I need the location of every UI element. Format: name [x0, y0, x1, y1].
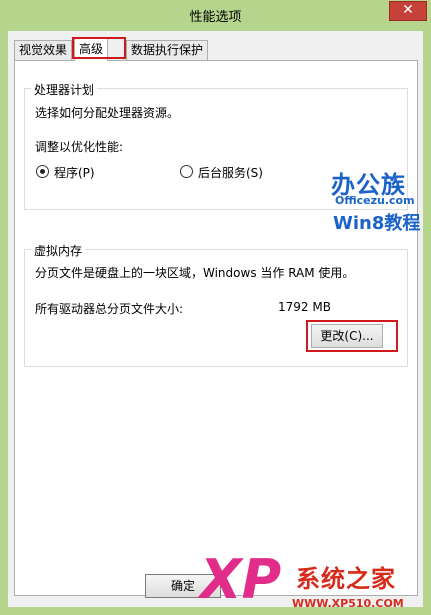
close-icon: ✕ — [402, 2, 414, 18]
radio-selected-dot — [40, 169, 45, 174]
radio-label: 后台服务(S) — [198, 166, 263, 180]
processor-description: 选择如何分配处理器资源。 — [35, 106, 180, 120]
total-paging-file-label: 所有驱动器总分页文件大小: — [35, 302, 184, 316]
officezu-watermark-logo: 办公族 Officezu.com Win8教程 — [327, 165, 423, 237]
change-button[interactable]: 更改(C)... — [311, 324, 383, 348]
virtual-memory-description: 分页文件是硬盘上的一块区域，Windows 当作 RAM 使用。 — [35, 266, 355, 280]
logo-url: WWW.XP510.COM — [292, 597, 404, 610]
dialog-client-area: 视觉效果 高级 数据执行保护 处理器计划 选择如何分配处理器资源。 调整以优化性… — [8, 31, 423, 607]
logo-mark: XP — [200, 548, 282, 611]
group-title: 处理器计划 — [31, 81, 98, 98]
tab-label: 高级 — [79, 42, 104, 56]
tab-label: 数据执行保护 — [131, 43, 204, 57]
group-title: 虚拟内存 — [31, 242, 86, 259]
tab-data-execution-prevention[interactable]: 数据执行保护 — [126, 40, 209, 60]
xp510-watermark-logo: XP 系统之家 WWW.XP510.COM — [200, 553, 431, 615]
radio-button[interactable] — [36, 165, 49, 178]
adjust-label: 调整以优化性能: — [35, 140, 124, 154]
title-bar[interactable]: 性能选项 ✕ — [0, 0, 431, 30]
tab-advanced[interactable]: 高级 — [74, 37, 109, 61]
radio-label: 程序(P) — [54, 166, 95, 180]
tab-visual-effects[interactable]: 视觉效果 — [14, 40, 73, 60]
logo-subtitle: Win8教程 — [333, 213, 421, 234]
logo-name: 系统之家 — [296, 565, 396, 593]
logo-url: Officezu.com — [335, 194, 415, 207]
close-button[interactable]: ✕ — [389, 1, 427, 21]
radio-button[interactable] — [180, 165, 193, 178]
performance-options-window: 性能选项 ✕ 视觉效果 高级 数据执行保护 处理器计划 选择如何分配处理器资源。… — [0, 0, 431, 615]
tab-label: 视觉效果 — [19, 43, 68, 57]
advanced-tab-panel: 处理器计划 选择如何分配处理器资源。 调整以优化性能: 程序(P) 后台服务(S… — [14, 60, 418, 596]
window-title: 性能选项 — [189, 10, 242, 25]
total-paging-file-value: 1792 MB — [278, 300, 331, 314]
